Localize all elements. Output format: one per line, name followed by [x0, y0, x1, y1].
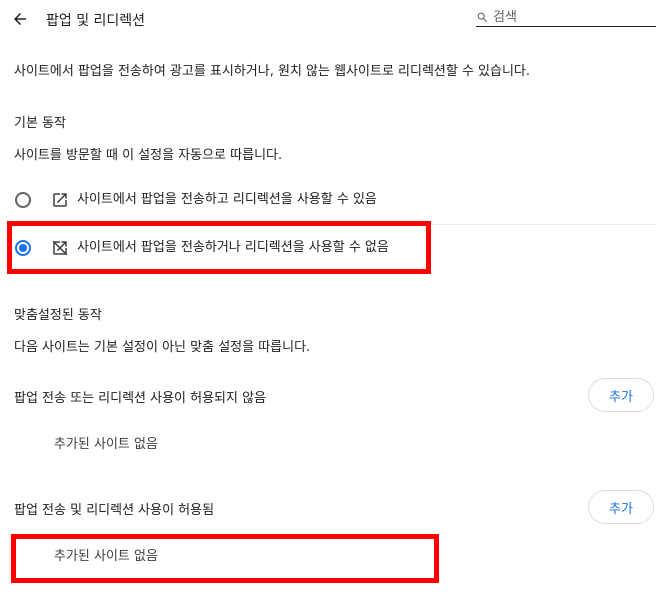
page-description: 사이트에서 팝업을 전송하여 광고를 표시하거나, 원치 않는 웹사이트로 리디… — [14, 64, 531, 79]
option-block-label: 사이트에서 팝업을 전송하거나 리디렉션을 사용할 수 없음 — [77, 240, 389, 255]
option-divider — [44, 224, 656, 225]
search-icon — [477, 12, 488, 22]
add-allowed-site-button[interactable]: 추가 — [588, 490, 654, 524]
custom-behavior-subtext: 다음 사이트는 기본 설정이 아닌 맞춤 설정을 따릅니다. — [14, 340, 311, 355]
default-behavior-heading: 기본 동작 — [14, 116, 66, 131]
back-button[interactable] — [6, 5, 34, 33]
option-block-popups[interactable]: 사이트에서 팝업을 전송하거나 리디렉션을 사용할 수 없음 — [0, 226, 656, 270]
option-allow-popups[interactable]: 사이트에서 팝업을 전송하고 리디렉션을 사용할 수 있음 — [0, 178, 656, 222]
option-allow-label: 사이트에서 팝업을 전송하고 리디렉션을 사용할 수 있음 — [77, 192, 377, 207]
arrow-back-icon — [14, 13, 26, 25]
search-input[interactable] — [489, 9, 643, 25]
allowed-empty-text: 추가된 사이트 없음 — [54, 549, 158, 564]
popup-blocked-icon — [52, 240, 68, 256]
radio-allow[interactable] — [15, 192, 31, 208]
page-title: 팝업 및 리디렉션 — [46, 13, 146, 29]
blocked-section-title: 팝업 전송 또는 리디렉션 사용이 허용되지 않음 — [14, 391, 267, 406]
allowed-section-title: 팝업 전송 및 리디렉션 사용이 허용됨 — [14, 503, 215, 518]
add-blocked-site-button[interactable]: 추가 — [588, 378, 654, 412]
default-behavior-subtext: 사이트를 방문할 때 이 설정을 자동으로 따릅니다. — [14, 148, 283, 163]
search-field[interactable] — [476, 8, 656, 27]
custom-behavior-heading: 맞춤설정된 동작 — [14, 308, 102, 323]
open-in-new-icon — [53, 193, 67, 207]
radio-block[interactable] — [15, 240, 31, 256]
blocked-empty-text: 추가된 사이트 없음 — [54, 437, 158, 452]
